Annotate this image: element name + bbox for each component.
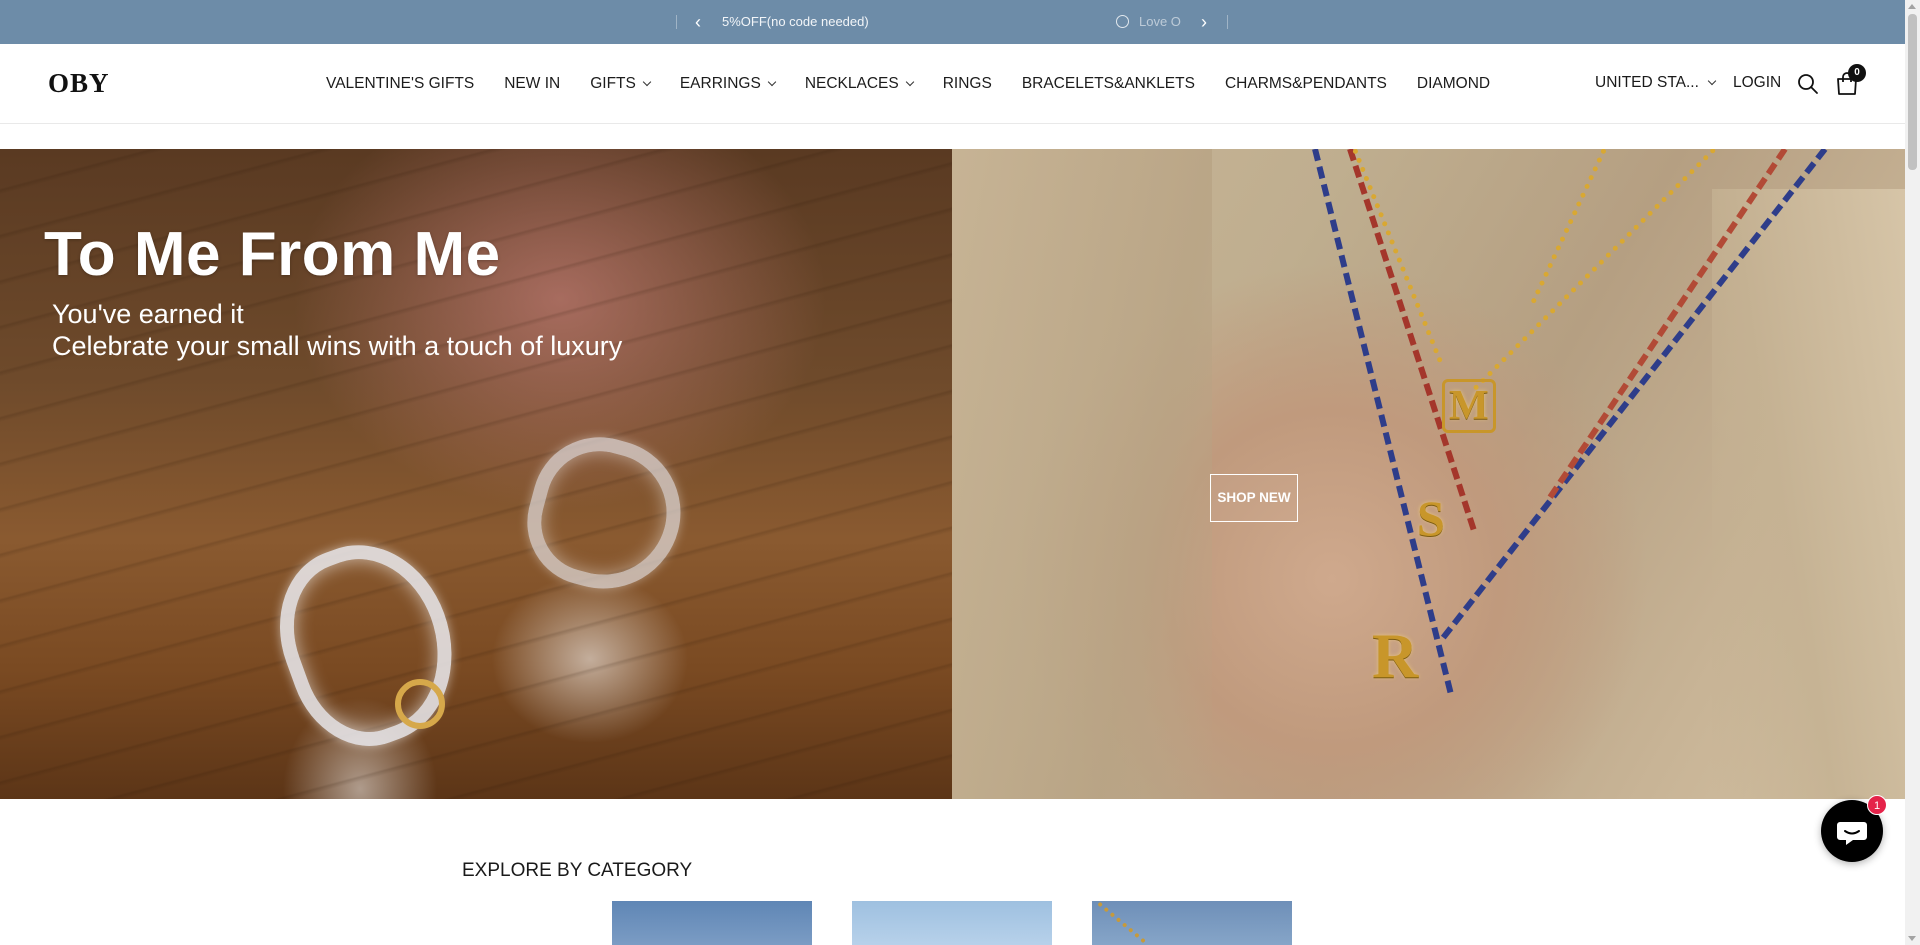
nav-item-valentines-gifts[interactable]: VALENTINE'S GIFTS <box>326 75 474 93</box>
hero-image-necklaces: M S R <box>952 149 1905 799</box>
nav-item-bracelets-anklets[interactable]: BRACELETS&ANKLETS <box>1022 75 1195 93</box>
category-card[interactable] <box>612 901 812 945</box>
announcement-divider <box>1227 15 1228 29</box>
announcement-bar: ‹ 5%OFF(no code needed) Love O › <box>0 0 1905 44</box>
nav-item-new-in[interactable]: NEW IN <box>504 75 560 93</box>
announcement-divider <box>676 15 677 29</box>
pendant-r: R <box>1372 620 1419 691</box>
chevron-down-icon <box>1707 76 1717 86</box>
cart-count-badge: 0 <box>1848 64 1866 82</box>
main-nav: VALENTINE'S GIFTS NEW IN GIFTS EARRINGS … <box>326 44 1520 124</box>
nav-item-charms-pendants[interactable]: CHARMS&PENDANTS <box>1225 75 1387 93</box>
chevron-left-icon[interactable]: ‹ <box>695 0 701 44</box>
category-card[interactable] <box>852 901 1052 945</box>
pendant-m: M <box>1442 379 1496 433</box>
hero-banner[interactable]: M S R To Me From Me You've earned it Cel… <box>0 149 1905 799</box>
chain-image <box>1096 901 1146 945</box>
country-selector[interactable]: UNITED STA... <box>1595 74 1717 92</box>
shop-new-button[interactable]: SHOP NEW <box>1210 474 1298 522</box>
scrollbar-thumb[interactable] <box>1908 14 1917 170</box>
scroll-up-icon[interactable] <box>1908 4 1916 9</box>
chevron-down-icon <box>642 77 652 87</box>
announcement-message-next: Love O <box>1116 0 1181 44</box>
announcement-message: 5%OFF(no code needed) <box>722 14 869 29</box>
nav-item-earrings[interactable]: EARRINGS <box>680 75 777 93</box>
nav-item-diamond[interactable]: DIAMOND <box>1417 75 1490 93</box>
page-scrollbar[interactable] <box>1905 0 1920 945</box>
ring-detail-image <box>395 679 445 729</box>
hero-subtitle: Celebrate your small wins with a touch o… <box>52 331 623 361</box>
scroll-down-icon[interactable] <box>1908 936 1916 941</box>
chevron-down-icon <box>905 77 914 87</box>
chat-notification-badge: 1 <box>1867 795 1887 815</box>
hero-subtitle: You've earned it <box>52 299 244 329</box>
hero-title: To Me From Me <box>44 220 501 289</box>
nav-item-rings[interactable]: RINGS <box>943 75 992 93</box>
chevron-down-icon <box>767 77 777 87</box>
search-icon[interactable] <box>1797 73 1819 95</box>
site-header: OBY VALENTINE'S GIFTS NEW IN GIFTS EARRI… <box>0 44 1905 124</box>
nav-item-necklaces[interactable]: NECKLACES <box>805 75 914 93</box>
gift-icon <box>1116 15 1129 28</box>
login-link[interactable]: LOGIN <box>1733 74 1781 92</box>
category-card[interactable] <box>1092 901 1292 945</box>
chevron-right-icon[interactable]: › <box>1201 0 1207 44</box>
nav-item-gifts[interactable]: GIFTS <box>590 75 652 93</box>
site-logo[interactable]: OBY <box>48 68 110 99</box>
pendant-s: S <box>1417 490 1445 546</box>
explore-category-heading: EXPLORE BY CATEGORY <box>462 860 693 881</box>
